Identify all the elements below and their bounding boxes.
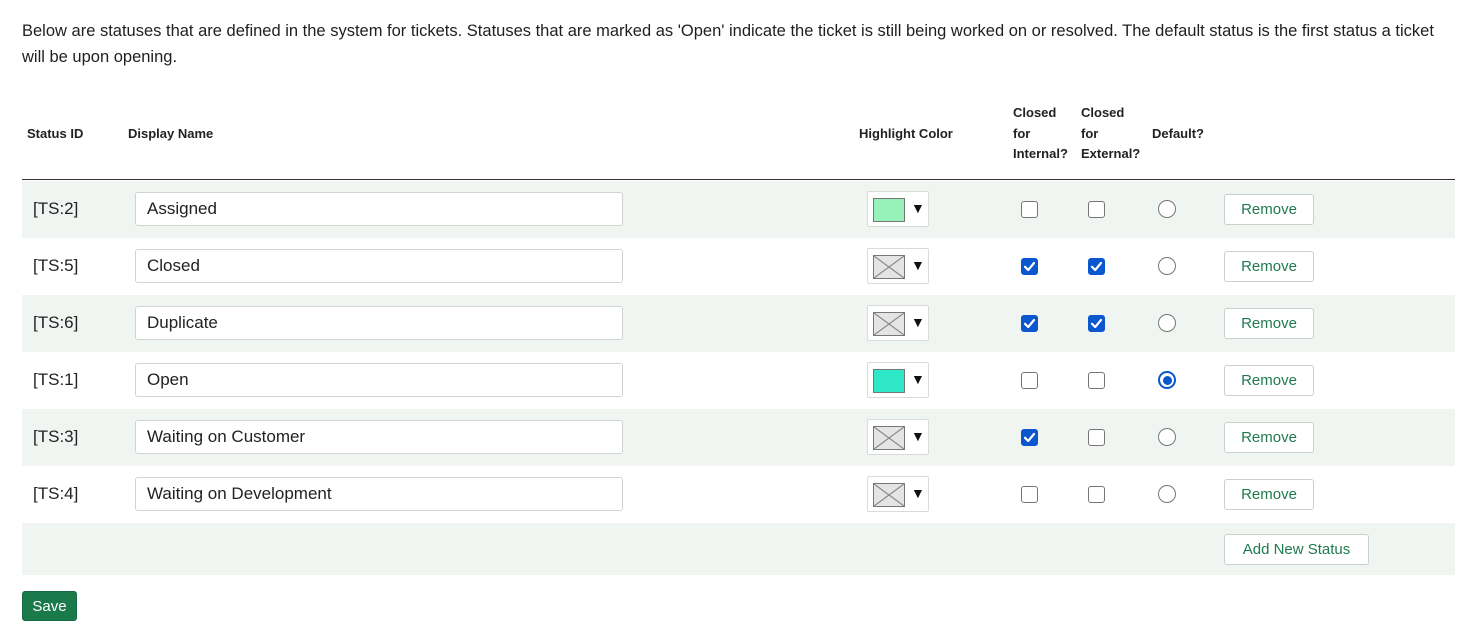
closed-internal-checkbox[interactable]: [1021, 201, 1038, 218]
highlight-color-picker[interactable]: ▼: [867, 476, 929, 512]
header-closed-external-line: for: [1081, 125, 1099, 141]
highlight-color-picker[interactable]: ▼: [867, 305, 929, 341]
display-name-input[interactable]: [135, 363, 623, 397]
remove-button[interactable]: Remove: [1224, 422, 1314, 453]
header-closed-internal-line: Closed: [1013, 105, 1057, 120]
table-row: [TS:2] ▼ Remove: [22, 181, 1455, 238]
closed-external-checkbox[interactable]: [1088, 429, 1105, 446]
status-id: [TS:4]: [33, 484, 79, 503]
status-id: [TS:5]: [33, 256, 79, 275]
chevron-down-icon: ▼: [911, 200, 925, 216]
intro-text: Below are statuses that are defined in t…: [22, 22, 1434, 66]
closed-external-checkbox[interactable]: [1088, 372, 1105, 389]
remove-button[interactable]: Remove: [1224, 194, 1314, 225]
closed-external-checkbox[interactable]: [1088, 258, 1105, 275]
header-closed-internal-line: Internal?: [1013, 146, 1068, 161]
remove-button[interactable]: Remove: [1224, 365, 1314, 396]
no-color-icon: [873, 426, 905, 450]
table-row: [TS:4] ▼ Remove: [22, 466, 1455, 523]
closed-internal-checkbox[interactable]: [1021, 429, 1038, 446]
header-closed-external-line: Closed: [1081, 105, 1125, 120]
display-name-input[interactable]: [135, 249, 623, 283]
default-radio[interactable]: [1158, 314, 1176, 332]
no-color-icon: [873, 483, 905, 507]
highlight-color-picker[interactable]: ▼: [867, 419, 929, 455]
save-button[interactable]: Save: [22, 591, 77, 621]
header-closed-internal-line: for: [1013, 125, 1031, 141]
header-default: Default?: [1152, 126, 1204, 141]
closed-internal-checkbox[interactable]: [1021, 486, 1038, 503]
add-new-status-button[interactable]: Add New Status: [1224, 534, 1369, 565]
default-radio[interactable]: [1158, 200, 1176, 218]
header-closed-internal: Closed for Internal?: [1013, 103, 1077, 165]
header-highlight-color: Highlight Color: [859, 126, 953, 141]
highlight-color-picker[interactable]: ▼: [867, 191, 929, 227]
chevron-down-icon: ▼: [911, 257, 925, 273]
status-id: [TS:2]: [33, 199, 79, 218]
display-name-input[interactable]: [135, 306, 623, 340]
highlight-color-picker[interactable]: ▼: [867, 362, 929, 398]
status-table-body: [TS:2] ▼ Remove [TS:5] ▼ Remove [TS:6] ▼: [22, 181, 1455, 575]
closed-internal-checkbox[interactable]: [1021, 372, 1038, 389]
closed-internal-checkbox[interactable]: [1021, 315, 1038, 332]
status-id: [TS:1]: [33, 370, 79, 389]
color-swatch: [873, 198, 905, 222]
remove-button[interactable]: Remove: [1224, 308, 1314, 339]
header-status-id: Status ID: [27, 126, 84, 141]
table-row: [TS:5] ▼ Remove: [22, 238, 1455, 295]
default-radio[interactable]: [1158, 371, 1176, 389]
default-radio[interactable]: [1158, 257, 1176, 275]
display-name-input[interactable]: [135, 192, 623, 226]
closed-external-checkbox[interactable]: [1088, 201, 1105, 218]
chevron-down-icon: ▼: [911, 371, 925, 387]
header-closed-external: Closed for External?: [1081, 103, 1151, 165]
table-row: [TS:3] ▼ Remove: [22, 409, 1455, 466]
chevron-down-icon: ▼: [911, 314, 925, 330]
table-row: [TS:1] ▼ Remove: [22, 352, 1455, 409]
header-closed-external-line: External?: [1081, 146, 1141, 161]
closed-internal-checkbox[interactable]: [1021, 258, 1038, 275]
remove-button[interactable]: Remove: [1224, 479, 1314, 510]
table-footer-row: Add New Status: [22, 523, 1455, 575]
highlight-color-picker[interactable]: ▼: [867, 248, 929, 284]
color-swatch: [873, 369, 905, 393]
chevron-down-icon: ▼: [911, 485, 925, 501]
no-color-icon: [873, 255, 905, 279]
table-header: Status ID Display Name Highlight Color C…: [22, 100, 1455, 180]
closed-external-checkbox[interactable]: [1088, 315, 1105, 332]
display-name-input[interactable]: [135, 420, 623, 454]
remove-button[interactable]: Remove: [1224, 251, 1314, 282]
closed-external-checkbox[interactable]: [1088, 486, 1105, 503]
header-display-name: Display Name: [128, 126, 214, 141]
status-id: [TS:3]: [33, 427, 79, 446]
status-id: [TS:6]: [33, 313, 79, 332]
no-color-icon: [873, 312, 905, 336]
default-radio[interactable]: [1158, 428, 1176, 446]
chevron-down-icon: ▼: [911, 428, 925, 444]
display-name-input[interactable]: [135, 477, 623, 511]
default-radio[interactable]: [1158, 485, 1176, 503]
table-row: [TS:6] ▼ Remove: [22, 295, 1455, 352]
